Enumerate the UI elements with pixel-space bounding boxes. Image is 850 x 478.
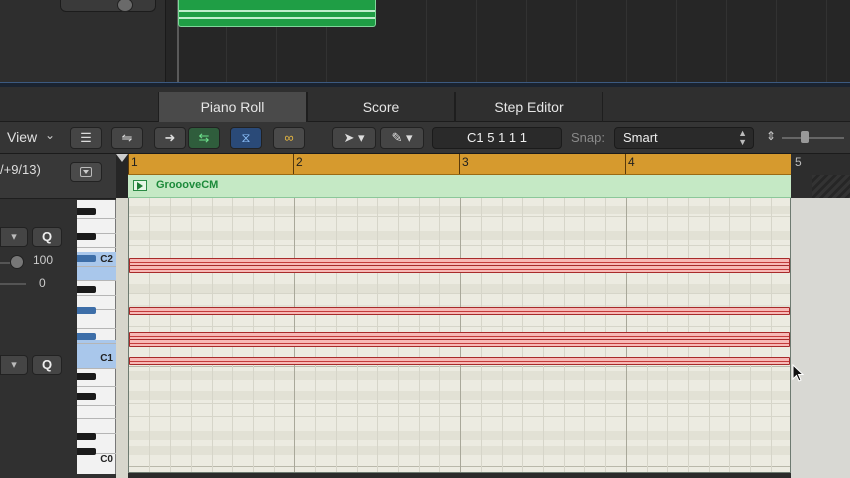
link-button[interactable]: ∞	[273, 127, 305, 149]
tab-piano-roll[interactable]: Piano Roll	[158, 92, 307, 122]
piano-keyboard[interactable]: C2 C1 C0	[77, 200, 116, 474]
loop-arrows-icon: ⇆	[198, 130, 210, 145]
snap-value: Smart	[623, 130, 658, 145]
midi-out-button[interactable]: ➜	[154, 127, 186, 149]
key-label-c2: C2	[100, 254, 113, 265]
region-name: GroooveCM	[156, 179, 219, 191]
velocity-value: 100	[33, 253, 54, 267]
quantize-menu[interactable]: ▾	[0, 227, 28, 247]
pencil-icon: ✎ ▾	[391, 130, 413, 145]
piano-roll-toolbar: View ⌄ ☰ ⇋ ➜ ⇆ ⧖ ∞ ➤ ▾ ✎ ▾ C1 5 1 1 1 Sn…	[0, 122, 850, 154]
pointer-icon: ➤ ▾	[343, 130, 365, 145]
midi-draw-button[interactable]: ⇋	[111, 127, 143, 149]
region-end-hatch	[812, 175, 850, 198]
chevron-down-icon: ⌄	[45, 128, 56, 142]
black-key[interactable]	[77, 448, 96, 455]
view-menu[interactable]: View	[7, 129, 37, 145]
quantize-row-2: ▾ Q	[0, 355, 76, 377]
grid-out-of-region	[791, 198, 850, 478]
black-key[interactable]	[77, 433, 96, 440]
quantize-button[interactable]: Q	[32, 227, 62, 247]
snap-label: Snap:	[571, 130, 605, 145]
midi-note[interactable]	[129, 357, 790, 365]
black-key[interactable]	[77, 333, 96, 340]
region-header[interactable]	[128, 175, 791, 198]
bar-number: 2	[296, 155, 303, 169]
link-icon: ∞	[284, 130, 294, 145]
black-key[interactable]	[77, 286, 96, 293]
quantize-menu-2[interactable]: ▾	[0, 355, 28, 375]
pencil-tool-menu[interactable]: ✎ ▾	[380, 127, 424, 149]
midi-out-icon: ➜	[164, 130, 176, 145]
key-label-c0: C0	[100, 454, 113, 465]
midi-region[interactable]	[178, 0, 376, 27]
playhead-marker-icon[interactable]	[116, 154, 128, 162]
fit-icon: ⧖	[241, 130, 251, 145]
collapse-view-button[interactable]: ☰	[70, 127, 102, 149]
volume-knob[interactable]	[117, 0, 133, 12]
position-display: C1 5 1 1 1	[432, 127, 562, 149]
bar-number: 4	[628, 155, 635, 169]
zoom-fit-button[interactable]: ⧖	[230, 127, 262, 149]
black-key[interactable]	[77, 255, 96, 262]
black-key[interactable]	[77, 208, 96, 215]
time-signature-text: /+9/13)	[0, 162, 41, 177]
sliders-icon: ⇋	[121, 130, 133, 145]
zoom-arrows-icon: ⇕	[766, 129, 777, 143]
tab-score[interactable]: Score	[307, 92, 455, 122]
offset-value: 0	[39, 276, 46, 290]
bar-number: 3	[462, 155, 469, 169]
black-key[interactable]	[77, 307, 96, 314]
mouse-pointer-icon	[792, 364, 805, 382]
midi-note[interactable]	[129, 339, 790, 347]
play-icon	[137, 182, 143, 190]
list-icon: ☰	[80, 130, 92, 145]
key-label-c1: C1	[100, 353, 113, 364]
tab-step-editor[interactable]: Step Editor	[455, 92, 603, 122]
toggle-icon	[80, 167, 92, 177]
pointer-tool-menu[interactable]: ➤ ▾	[332, 127, 376, 149]
bar-number: 5	[795, 155, 802, 169]
region-play-button[interactable]	[133, 180, 147, 191]
editor-tab-bar: Piano Roll Score Step Editor	[0, 87, 850, 122]
bar-ruler[interactable]: 1 2 3 4	[128, 154, 791, 175]
track-volume-slider[interactable]	[60, 0, 156, 12]
snap-select[interactable]: Smart ▲ ▼	[614, 127, 754, 149]
track-header	[0, 0, 166, 84]
updown-arrows-icon: ▲ ▼	[738, 128, 747, 147]
quantize-button-2[interactable]: Q	[32, 355, 62, 375]
zoom-slider[interactable]	[782, 137, 844, 139]
catch-playhead-button[interactable]: ⇆	[188, 127, 220, 149]
midi-note[interactable]	[129, 307, 790, 315]
inspector-toggle-button[interactable]	[70, 162, 102, 182]
black-key[interactable]	[77, 233, 96, 240]
black-key[interactable]	[77, 393, 96, 400]
velocity-knob[interactable]	[10, 255, 24, 269]
zoom-slider-thumb[interactable]	[801, 131, 809, 143]
bar-number: 1	[131, 155, 138, 169]
quantize-row: ▾ Q	[0, 227, 76, 249]
midi-note[interactable]	[129, 265, 790, 273]
black-key[interactable]	[77, 373, 96, 380]
